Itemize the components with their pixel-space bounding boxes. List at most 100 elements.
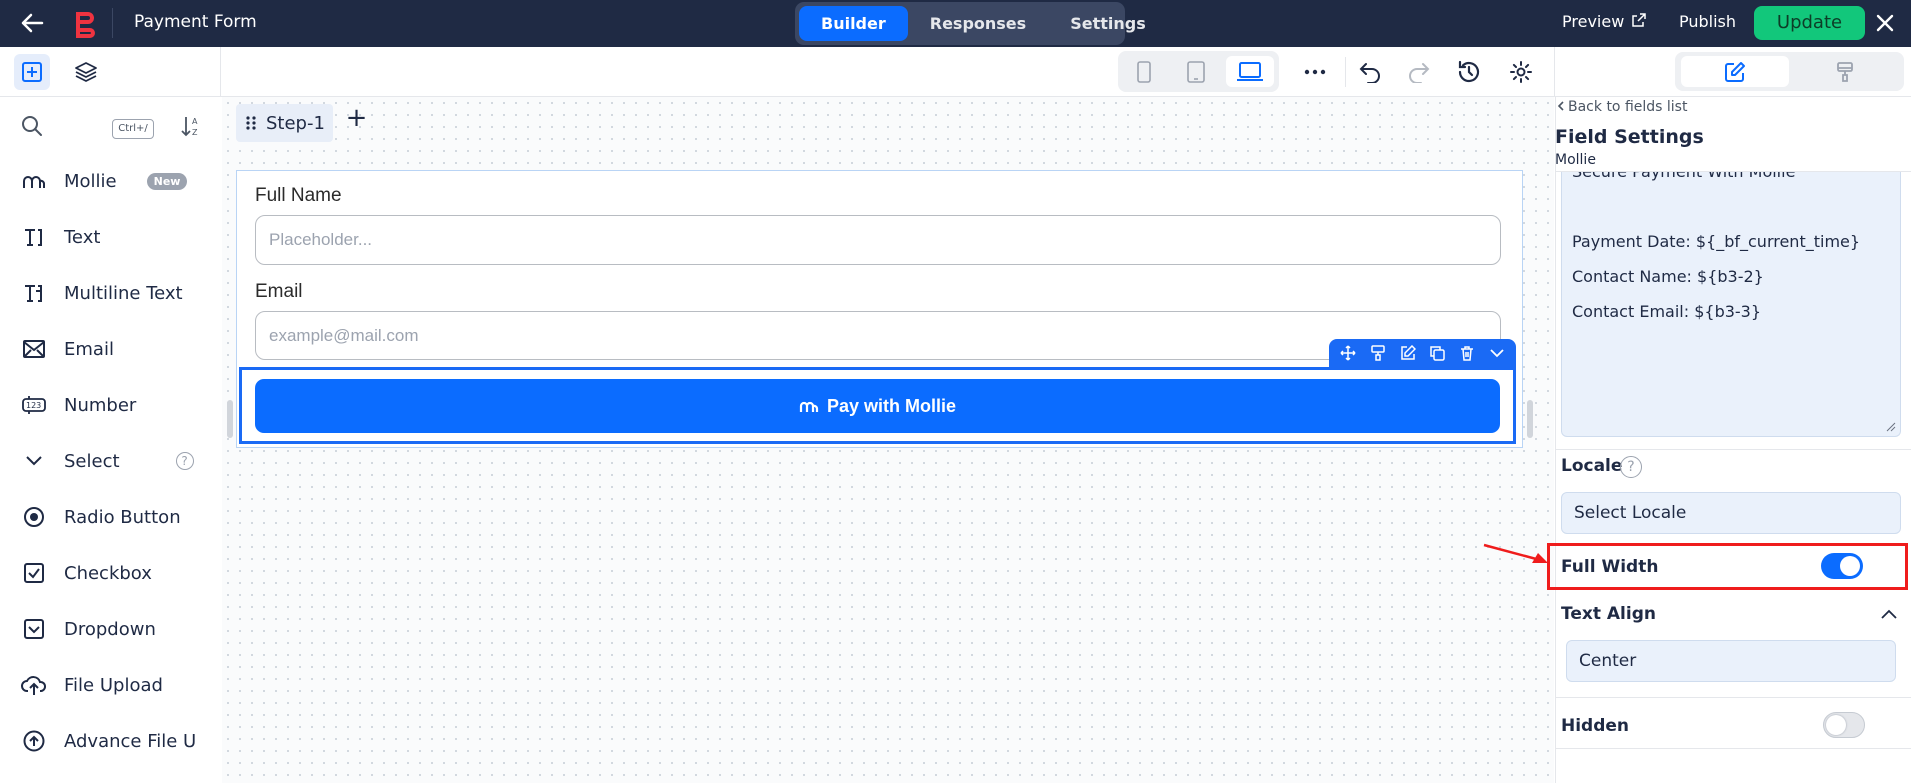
sidebar-item-mollie[interactable]: Mollie New	[20, 161, 188, 201]
sidebar-item-label: Mollie	[64, 170, 117, 192]
full-width-label: Full Width	[1561, 557, 1659, 577]
textarea-line: Payment Date: ${_bf_current_time}	[1572, 232, 1861, 251]
edit-settings-icon[interactable]	[1681, 56, 1789, 87]
sidebar-item-checkbox[interactable]: Checkbox	[20, 553, 152, 593]
search-shortcut-hint: Ctrl+/	[112, 119, 154, 139]
dropdown-icon	[20, 615, 48, 643]
add-field-icon[interactable]	[14, 54, 50, 90]
text-align-select[interactable]: Center	[1566, 640, 1896, 682]
preview-link[interactable]: Preview	[1562, 12, 1647, 31]
description-textarea[interactable]: Secure Payment With Mollie Payment Date:…	[1561, 172, 1901, 437]
field-palette: AZ Mollie New Text Multiline Text Email …	[0, 97, 220, 783]
resize-handle-right[interactable]	[1527, 400, 1533, 438]
sidebar-item-text[interactable]: Text	[20, 217, 100, 257]
chevron-up-icon[interactable]	[1880, 605, 1900, 625]
sidebar-item-multiline-text[interactable]: Multiline Text	[20, 273, 183, 313]
field-toolbar	[1329, 339, 1516, 367]
textarea-line: Contact Name: ${b3-2}	[1572, 267, 1764, 286]
close-icon[interactable]	[1872, 10, 1898, 36]
sidebar-item-label: Advance File U	[64, 730, 197, 752]
chevron-down-icon	[20, 447, 48, 475]
back-to-fields-link[interactable]: Back to fields list	[1557, 99, 1687, 115]
divider	[1555, 449, 1911, 450]
new-badge: New	[146, 172, 188, 190]
update-button[interactable]: Update	[1754, 6, 1865, 40]
undo-icon[interactable]	[1355, 57, 1385, 87]
more-options-icon[interactable]	[1300, 57, 1330, 87]
edit-icon[interactable]	[1397, 342, 1419, 364]
sidebar-item-dropdown[interactable]: Dropdown	[20, 609, 156, 649]
svg-text:A: A	[192, 117, 198, 126]
upload-icon	[20, 671, 48, 699]
form-title: Payment Form	[134, 12, 257, 32]
sidebar-item-number[interactable]: 123 Number	[20, 385, 136, 425]
external-link-icon	[1632, 13, 1647, 27]
history-icon[interactable]	[1453, 56, 1485, 88]
divider	[1555, 748, 1911, 749]
step-label: Step-1	[266, 112, 325, 134]
style-brush-icon[interactable]	[1791, 56, 1899, 87]
step-tab[interactable]: Step-1	[236, 104, 333, 142]
sidebar-item-label: Select	[64, 450, 120, 472]
envelope-icon	[20, 335, 48, 363]
publish-button[interactable]: Publish	[1679, 12, 1736, 31]
sidebar-item-email[interactable]: Email	[20, 329, 114, 369]
move-icon[interactable]	[1337, 342, 1359, 364]
mollie-icon	[20, 167, 48, 195]
chevron-left-icon	[1557, 101, 1564, 111]
email-input[interactable]: example@mail.com	[255, 311, 1501, 360]
sidebar-item-label: Radio Button	[64, 506, 181, 528]
number-icon: 123	[20, 391, 48, 419]
tab-builder[interactable]: Builder	[799, 6, 908, 41]
builder-toolbar	[0, 47, 1911, 97]
preview-label: Preview	[1562, 12, 1625, 31]
resize-handle-left[interactable]	[227, 400, 233, 438]
divider	[1555, 697, 1911, 698]
chevron-down-icon[interactable]	[1486, 342, 1508, 364]
sidebar-item-label: Text	[64, 226, 101, 248]
sidebar-item-label: Checkbox	[64, 562, 152, 584]
full-width-toggle[interactable]	[1821, 553, 1863, 579]
desktop-view-icon[interactable]	[1226, 56, 1274, 87]
sort-icon[interactable]: AZ	[180, 114, 204, 140]
sidebar-item-file-upload[interactable]: File Upload	[20, 665, 163, 705]
help-icon[interactable]: ?	[175, 452, 194, 470]
pay-with-mollie-button[interactable]: Pay with Mollie	[255, 379, 1500, 433]
sidebar-item-radio-button[interactable]: Radio Button	[20, 497, 181, 537]
sidebar-item-label: Dropdown	[64, 618, 156, 640]
redo-icon[interactable]	[1404, 57, 1434, 87]
gear-icon[interactable]	[1506, 57, 1536, 87]
copy-icon[interactable]	[1426, 342, 1448, 364]
back-link-label: Back to fields list	[1568, 99, 1688, 115]
tab-responses[interactable]: Responses	[908, 6, 1048, 41]
sidebar-item-label: Multiline Text	[64, 282, 183, 304]
svg-text:123: 123	[26, 401, 41, 410]
divider	[112, 8, 113, 38]
email-label: Email	[255, 281, 303, 302]
locale-select[interactable]: Select Locale	[1561, 492, 1901, 534]
svg-text:Z: Z	[192, 128, 198, 137]
sidebar-item-advance-file-upload[interactable]: Advance File U	[20, 721, 196, 761]
full-name-label: Full Name	[255, 185, 342, 206]
text-field-icon	[20, 223, 48, 251]
help-icon[interactable]: ?	[1620, 456, 1642, 478]
hidden-toggle[interactable]	[1823, 712, 1865, 738]
style-brush-icon[interactable]	[1367, 342, 1389, 364]
sidebar-item-label: Number	[64, 394, 137, 416]
main-tabs: Builder Responses Settings	[795, 2, 1146, 45]
add-step-button[interactable]: +	[343, 104, 370, 134]
layers-icon[interactable]	[70, 56, 102, 88]
sidebar-item-label: File Upload	[64, 674, 163, 696]
mollie-icon	[799, 401, 819, 412]
back-arrow-icon[interactable]	[18, 10, 46, 36]
pay-button-label: Pay with Mollie	[826, 395, 957, 416]
mobile-view-icon[interactable]	[1122, 56, 1166, 87]
multiline-text-icon	[20, 279, 48, 307]
divider	[1555, 171, 1911, 172]
sidebar-item-select[interactable]: Select ?	[20, 441, 194, 481]
full-name-input[interactable]: Placeholder...	[255, 215, 1501, 265]
tablet-view-icon[interactable]	[1174, 56, 1218, 87]
trash-icon[interactable]	[1456, 342, 1478, 364]
resize-grip-icon[interactable]	[1886, 422, 1896, 432]
tab-settings[interactable]: Settings	[1048, 6, 1168, 41]
